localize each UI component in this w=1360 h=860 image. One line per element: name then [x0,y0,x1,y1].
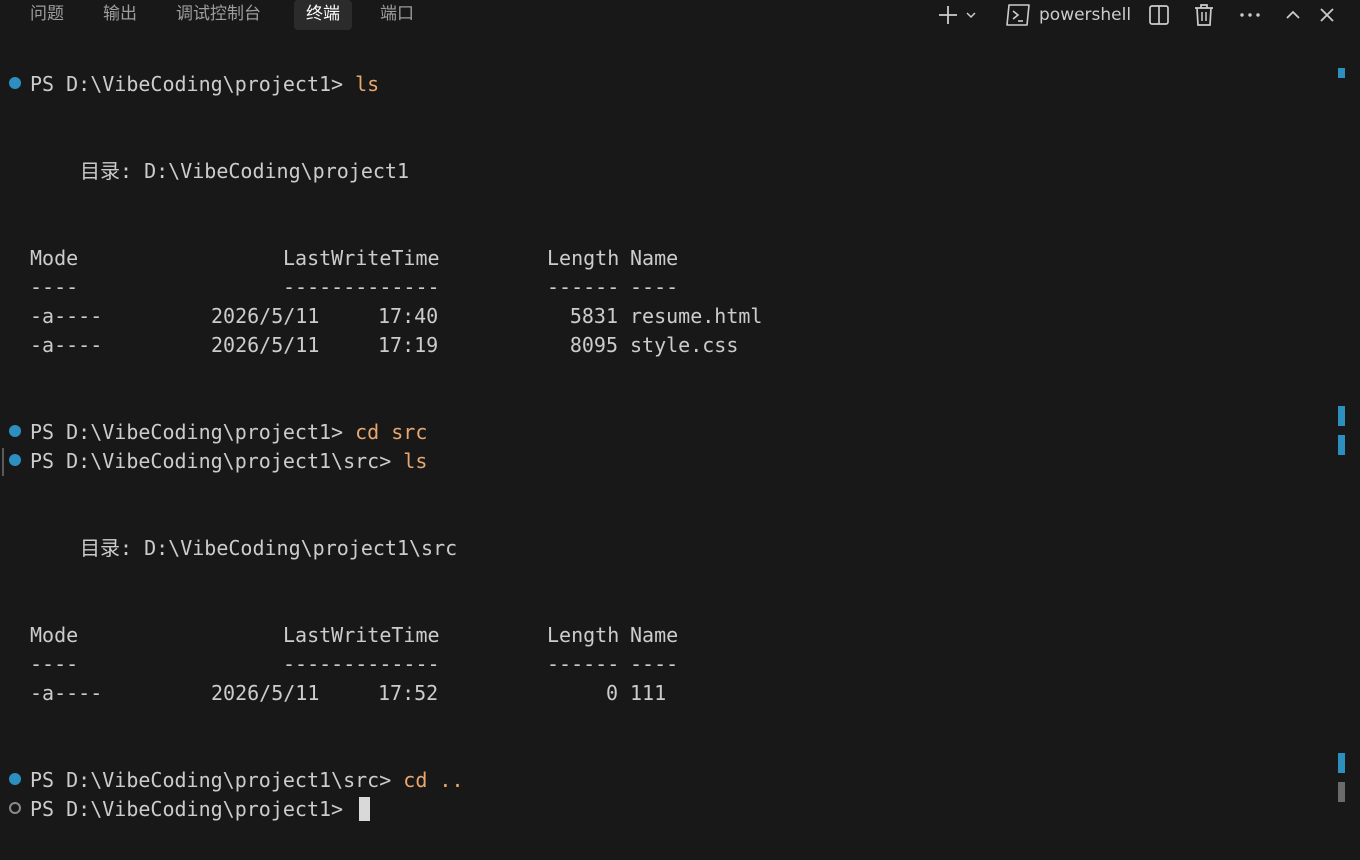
terminal-panel: 问题 输出 调试控制台 终端 端口 powershell PS D:\VibeC… [0,0,1360,860]
command-decoration-icon[interactable] [9,454,21,466]
file-mode: -a---- [30,333,103,357]
column-header-length: Length [547,246,620,270]
separator-lastwritetime: ------------- [283,652,440,676]
command-decoration-icon[interactable] [9,773,21,785]
prompt-text: PS D:\VibeCoding\project1\src> [30,449,404,473]
prompt-text: PS D:\VibeCoding\project1> [30,72,356,96]
file-length: 8095 [569,333,618,357]
separator-name: ---- [630,275,679,299]
column-header-lastwritetime: LastWriteTime [283,246,440,270]
prompt-line: PS D:\VibeCoding\project1> [30,795,371,824]
file-date: 2026/5/11 [211,681,320,705]
column-header-length: Length [547,623,620,647]
file-mode: -a---- [30,681,103,705]
file-time: 17:19 [378,333,439,357]
directory-header: 目录: D:\VibeCoding\project1 [80,159,409,183]
prompt-text: PS D:\VibeCoding\project1> [30,797,356,821]
command-text: ls [355,72,380,96]
focus-guide [2,448,4,476]
prompt-line: PS D:\VibeCoding\project1> cd src [30,418,427,447]
file-time: 17:52 [378,681,439,705]
file-name: resume.html [630,304,763,328]
command-decoration-icon[interactable] [9,802,21,814]
terminal-output[interactable]: PS D:\VibeCoding\project1> ls 目录: D:\Vib… [0,0,1340,860]
separator-mode: ---- [30,275,79,299]
file-name: style.css [630,333,739,357]
column-header-mode: Mode [30,246,79,270]
file-length: 5831 [569,304,618,328]
command-text: cd .. [403,768,464,792]
column-header-mode: Mode [30,623,79,647]
separator-length: ------ [547,275,620,299]
file-name: 111 [630,681,667,705]
overview-ruler-mark [1338,435,1345,455]
directory-header: 目录: D:\VibeCoding\project1\src [80,536,458,560]
file-date: 2026/5/11 [211,333,320,357]
file-time: 17:40 [378,304,439,328]
prompt-line: PS D:\VibeCoding\project1\src> cd .. [30,766,464,795]
overview-ruler-mark [1338,68,1345,78]
file-mode: -a---- [30,304,103,328]
overview-ruler-mark [1338,406,1345,426]
prompt-line: PS D:\VibeCoding\project1> ls [30,70,379,99]
file-date: 2026/5/11 [211,304,320,328]
separator-name: ---- [630,652,679,676]
column-header-name: Name [630,246,679,270]
file-length: 0 [605,681,618,705]
separator-length: ------ [547,652,620,676]
column-header-lastwritetime: LastWriteTime [283,623,440,647]
scrollbar[interactable] [1338,30,1346,860]
text-cursor [359,797,371,821]
command-text: ls [403,449,428,473]
command-decoration-icon[interactable] [9,425,21,437]
prompt-text: PS D:\VibeCoding\project1> [30,420,356,444]
overview-ruler-mark [1338,753,1345,773]
column-header-name: Name [630,623,679,647]
separator-lastwritetime: ------------- [283,275,440,299]
prompt-text: PS D:\VibeCoding\project1\src> [30,768,404,792]
separator-mode: ---- [30,652,79,676]
command-decoration-icon[interactable] [9,77,21,89]
command-text: cd src [355,420,428,444]
overview-ruler-mark [1338,782,1345,802]
prompt-line: PS D:\VibeCoding\project1\src> ls [30,447,427,476]
